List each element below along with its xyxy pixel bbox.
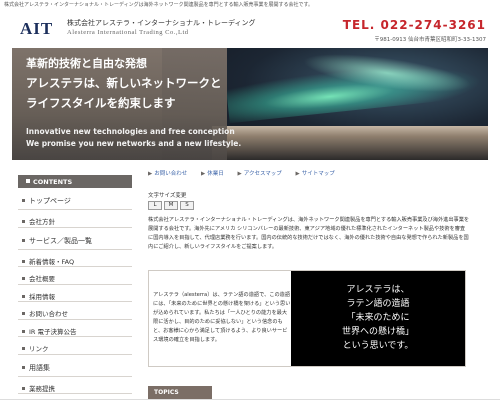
site-header: AIT 株式会社アレステラ・インターナショナル・トレーディング Alesterr…	[0, 10, 500, 48]
sidebar-item-label: 会社方針	[29, 218, 55, 226]
sidebar-item-links[interactable]: リンク	[18, 337, 132, 355]
feature-description: アレステラ（alesterra）は、ラテン語の造語で、この造語には、「未来のため…	[149, 271, 291, 366]
sidebar-item-label: 会社概要	[29, 275, 55, 283]
divider	[0, 399, 500, 400]
sidebar-heading: CONTENTS	[18, 175, 132, 188]
sidebar-item-partnership[interactable]: 業務提携	[18, 376, 132, 394]
arrow-right-icon: ▶	[237, 171, 242, 177]
nav-link-sitemap[interactable]: ▶ サイトマップ	[296, 171, 335, 177]
sidebar-item-profile[interactable]: 会社概要	[18, 267, 132, 285]
feature-quote-line: アレステラは、	[346, 285, 410, 295]
bullet-icon	[22, 329, 25, 333]
feature-quote-line: 「未来のために	[346, 313, 410, 323]
hero-heading-1: 革新的技術と自由な発想	[26, 57, 147, 70]
sidebar-item-label: リンク	[29, 345, 49, 353]
sidebar-item-label: サービス／製品一覧	[29, 236, 92, 245]
company-address: 〒981-0913 仙台市青葉区昭和町3-33-1307	[374, 37, 486, 43]
sidebar-heading-label: CONTENTS	[33, 178, 73, 186]
company-name-jp: 株式会社アレステラ・インターナショナル・トレーディング	[67, 19, 256, 27]
topics-heading: TOPICS	[148, 386, 212, 400]
feature-box: アレステラ（alesterra）は、ラテン語の造語で、この造語には、「未来のため…	[148, 270, 466, 367]
sidebar-item-label: 新着情報・FAQ	[29, 257, 75, 266]
arrow-right-icon: ▶	[201, 171, 206, 177]
bullet-icon	[22, 238, 25, 242]
sidebar-item-recruit[interactable]: 採用情報	[18, 284, 132, 302]
bullet-icon	[22, 347, 25, 350]
font-size-controls: L M S	[148, 201, 478, 210]
bullet-icon	[22, 386, 25, 390]
sidebar-item-policy[interactable]: 会社方針	[18, 210, 132, 228]
sidebar-item-label: トップページ	[29, 197, 71, 205]
sidebar-item-top[interactable]: トップページ	[18, 188, 132, 210]
sidebar-item-ir[interactable]: IR 電子決算公告	[18, 319, 132, 337]
feature-quote-line: 世界への懸け橋」	[341, 327, 414, 337]
intro-paragraph: 株式会社アレステラ・インターナショナル・トレーディングは、海外ネットワーク関連製…	[148, 217, 470, 250]
nav-link-label: 休業日	[207, 171, 224, 177]
sidebar-item-label: IR 電子決算公告	[29, 327, 77, 336]
hero-heading-2: アレステラは、新しいネットワークと	[26, 76, 222, 90]
phone-number: TEL. 022-274-3261	[342, 18, 486, 32]
nav-link-label: サイトマップ	[301, 171, 335, 177]
nav-link-access[interactable]: ▶ アクセスマップ	[238, 171, 282, 177]
hero-heading-3: ライフスタイルを約束します	[26, 96, 176, 110]
main-content: ▶ お問い合わせ ▶ 休業日 ▶ アクセスマップ ▶ サイトマップ 文字サイズ変更 L …	[148, 169, 478, 252]
bullet-icon	[22, 199, 25, 202]
sidebar-item-glossary[interactable]: 用語集	[18, 354, 132, 377]
font-size-small-button[interactable]: S	[180, 201, 194, 210]
sidebar-item-contact[interactable]: お問い合わせ	[18, 302, 132, 320]
sidebar-nav: CONTENTS トップページ 会社方針 サービス／製品一覧 新着情報・FAQ …	[18, 175, 132, 394]
arrow-right-icon: ▶	[295, 171, 300, 177]
arrow-right-icon: ▶	[148, 171, 153, 177]
bullet-icon	[22, 312, 25, 315]
font-size-medium-button[interactable]: M	[164, 201, 178, 210]
bullet-icon	[22, 365, 25, 369]
bullet-icon	[22, 220, 25, 223]
feature-quote-line: という思いです。	[342, 341, 414, 351]
company-name-en: Alesterra International Trading Co.,Ltd	[67, 29, 189, 36]
bullet-icon	[22, 294, 25, 298]
font-size-large-button[interactable]: L	[148, 201, 162, 210]
sidebar-item-services[interactable]: サービス／製品一覧	[18, 227, 132, 250]
hero-subtitle-2: We promise you new networks and a new li…	[26, 139, 242, 148]
hero-subtitle-1: Innovative new technologies and free con…	[26, 127, 235, 136]
sidebar-item-label: 採用情報	[29, 292, 55, 301]
feature-quote-panel: アレステラは、 ラテン語の造語 「未来のために 世界への懸け橋」 という思いです…	[291, 271, 465, 366]
bullet-icon	[22, 277, 25, 280]
bullet-icon	[22, 259, 25, 263]
top-tagline: 株式会社アレステラ・インターナショナル・トレーディングは海外ネットワーク関連製品…	[4, 2, 314, 8]
nav-link-label: お問い合わせ	[154, 171, 188, 177]
utility-nav: ▶ お問い合わせ ▶ 休業日 ▶ アクセスマップ ▶ サイトマップ	[148, 169, 478, 179]
font-size-label: 文字サイズ変更	[148, 193, 187, 199]
sidebar-item-label: 業務提携	[29, 384, 55, 393]
nav-link-contact[interactable]: ▶ お問い合わせ	[148, 171, 187, 177]
sidebar-item-label: お問い合わせ	[29, 310, 68, 318]
sidebar-item-news[interactable]: 新着情報・FAQ	[18, 249, 132, 267]
company-logo[interactable]: AIT	[20, 19, 53, 39]
nav-link-holidays[interactable]: ▶ 休業日	[201, 171, 224, 177]
hero-banner: 革新的技術と自由な発想 アレステラは、新しいネットワークと ライフスタイルを約束…	[12, 48, 488, 160]
horizon-ridge	[212, 126, 488, 160]
nav-link-label: アクセスマップ	[243, 171, 282, 177]
feature-quote-line: ラテン語の造語	[346, 299, 410, 309]
sidebar-item-label: 用語集	[29, 363, 50, 372]
square-icon	[26, 179, 30, 183]
